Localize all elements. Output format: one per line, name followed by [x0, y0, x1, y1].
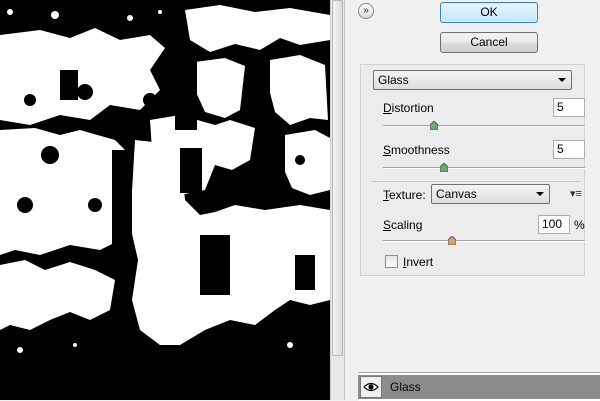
panel-menu-icon[interactable]: ▾≡: [570, 187, 582, 200]
chevron-down-icon: [536, 192, 544, 196]
panel-divider: [344, 0, 345, 400]
filter-settings-panel: Glass Distortion 5 Smoothness 5 Texture:…: [360, 64, 585, 276]
filter-preview-canvas[interactable]: [0, 0, 330, 400]
texture-label: Texture:: [383, 188, 426, 202]
distortion-label: Distortion: [383, 101, 434, 115]
distortion-slider-thumb[interactable]: [429, 121, 438, 130]
layer-name: Glass: [390, 380, 421, 394]
texture-select[interactable]: Canvas: [431, 184, 550, 204]
scaling-input[interactable]: 100: [538, 215, 570, 234]
section-divider: [371, 181, 581, 182]
distortion-slider-track[interactable]: [383, 125, 585, 127]
filter-layer-list: Glass: [358, 372, 600, 401]
smoothness-input[interactable]: 5: [553, 140, 585, 159]
texture-select-value: Canvas: [436, 187, 477, 201]
smoothness-label: Smoothness: [383, 143, 450, 157]
invert-checkbox[interactable]: [385, 255, 398, 268]
double-chevron-up-icon[interactable]: »: [358, 3, 374, 19]
cancel-button[interactable]: Cancel: [440, 32, 538, 53]
filter-select[interactable]: Glass: [373, 70, 572, 90]
preview-scrollbar-thumb[interactable]: [332, 0, 343, 356]
layer-row[interactable]: Glass: [358, 375, 600, 399]
preview-image: [0, 0, 330, 400]
eye-icon[interactable]: [360, 376, 382, 398]
chevron-down-icon: [558, 78, 566, 82]
scaling-slider-track[interactable]: [383, 240, 585, 242]
smoothness-slider-thumb[interactable]: [439, 163, 448, 172]
preview-scrollbar[interactable]: [330, 0, 344, 400]
scaling-slider-thumb[interactable]: [447, 236, 456, 245]
scaling-unit: %: [574, 218, 585, 232]
ok-button[interactable]: OK: [440, 2, 538, 23]
distortion-input[interactable]: 5: [553, 98, 585, 117]
filter-select-value: Glass: [378, 73, 409, 87]
smoothness-slider-track[interactable]: [383, 167, 585, 169]
scaling-label: Scaling: [383, 218, 423, 232]
invert-label: Invert: [403, 255, 434, 269]
